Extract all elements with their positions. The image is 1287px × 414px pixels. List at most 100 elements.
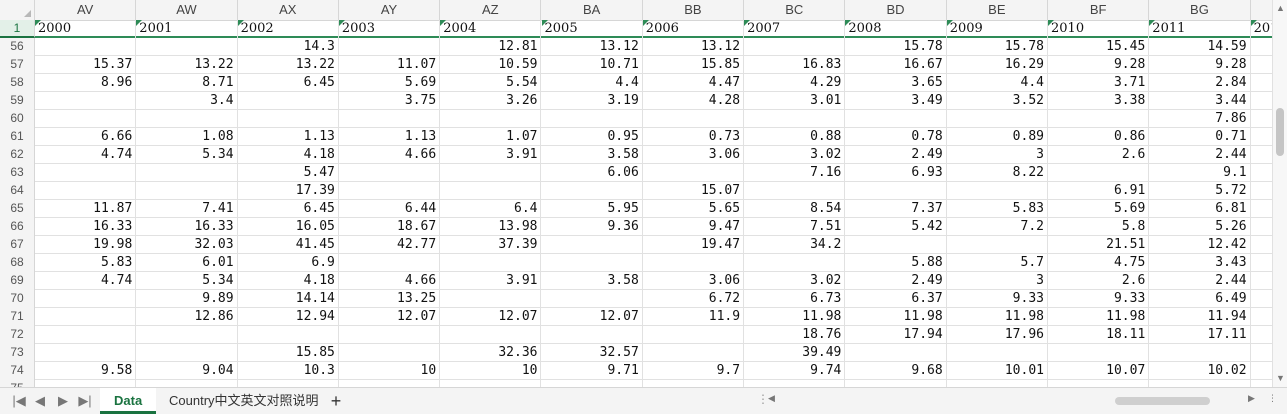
spreadsheet-grid[interactable]: AVAWAXAYAZBABBBCBDBEBFBGBH 12000 2001 2002… — [0, 0, 1272, 387]
cell[interactable] — [1251, 308, 1272, 326]
cell[interactable]: 10.3 — [238, 362, 339, 380]
cell[interactable] — [542, 326, 643, 344]
row-header[interactable]: 66 — [0, 218, 35, 236]
cell[interactable]: 2010 — [1048, 20, 1150, 38]
cell[interactable] — [542, 236, 643, 254]
cell[interactable] — [542, 110, 643, 128]
column-header-bd[interactable]: BD — [845, 0, 947, 20]
cell[interactable]: 9.33 — [1048, 290, 1150, 308]
row-header[interactable]: 56 — [0, 38, 35, 56]
cell[interactable]: 6.37 — [845, 290, 947, 308]
cell[interactable]: 6.81 — [1149, 200, 1251, 218]
cell[interactable] — [744, 380, 846, 387]
cell[interactable]: 4.18 — [238, 146, 339, 164]
cell[interactable]: 32.57 — [542, 344, 643, 362]
prev-sheet-icon[interactable]: ◀ — [31, 392, 49, 410]
cell[interactable]: 5.69 — [1048, 200, 1150, 218]
cell[interactable]: 3 — [947, 146, 1048, 164]
cell[interactable]: 5.8 — [1048, 218, 1150, 236]
cell[interactable]: 17.11 — [1149, 326, 1251, 344]
cell[interactable]: 10.07 — [1048, 362, 1150, 380]
cell[interactable] — [1251, 146, 1272, 164]
cell[interactable] — [542, 290, 643, 308]
cell[interactable] — [136, 164, 238, 182]
cell[interactable]: 16.29 — [947, 56, 1048, 74]
cell[interactable]: 3.4 — [136, 92, 238, 110]
cell[interactable]: 6.72 — [643, 290, 745, 308]
cell[interactable]: 11.98 — [947, 308, 1048, 326]
cell[interactable] — [440, 326, 542, 344]
cell[interactable] — [1251, 362, 1272, 380]
cell[interactable]: 0.89 — [947, 128, 1048, 146]
column-header-bb[interactable]: BB — [643, 0, 745, 20]
cell[interactable]: 9.71 — [542, 362, 643, 380]
row-header[interactable]: 68 — [0, 254, 35, 272]
cell[interactable]: 9.36 — [542, 218, 643, 236]
row-header[interactable]: 73 — [0, 344, 35, 362]
cell[interactable]: 2006 — [642, 20, 745, 38]
cell[interactable]: 4.4 — [542, 74, 643, 92]
cell[interactable]: 6.9 — [238, 254, 339, 272]
cell[interactable]: 3.26 — [440, 92, 542, 110]
cell[interactable] — [136, 344, 238, 362]
row-header[interactable]: 75 — [0, 380, 35, 387]
cell[interactable]: 5.34 — [136, 146, 238, 164]
column-header-bc[interactable]: BC — [744, 0, 846, 20]
row-header[interactable]: 57 — [0, 56, 35, 74]
cell[interactable]: 1.13 — [339, 128, 441, 146]
cell[interactable]: 3.91 — [440, 272, 542, 290]
cell[interactable] — [1251, 182, 1272, 200]
scroll-left-icon[interactable]: ◀ — [768, 393, 775, 404]
cell[interactable]: 6.49 — [1149, 290, 1251, 308]
cell[interactable] — [339, 380, 441, 387]
row-header[interactable]: 1 — [0, 20, 35, 38]
cell[interactable]: 11.98 — [744, 308, 846, 326]
row-header[interactable]: 59 — [0, 92, 35, 110]
cell[interactable] — [440, 164, 542, 182]
cell[interactable]: 0.78 — [845, 128, 947, 146]
cell[interactable]: 7.51 — [744, 218, 846, 236]
cell[interactable]: 15.78 — [947, 38, 1048, 56]
cell[interactable]: 7.16 — [744, 164, 846, 182]
cell[interactable]: 3.91 — [440, 146, 542, 164]
cell[interactable]: 6.66 — [35, 128, 137, 146]
row-header[interactable]: 74 — [0, 362, 35, 380]
cell[interactable]: 2002 — [237, 20, 339, 38]
cell[interactable] — [845, 182, 947, 200]
column-header-aw[interactable]: AW — [136, 0, 238, 20]
cell[interactable]: 0.95 — [542, 128, 643, 146]
cell[interactable]: 4.74 — [35, 146, 137, 164]
cell[interactable]: 8.71 — [136, 74, 238, 92]
cell[interactable]: 2007 — [744, 20, 846, 38]
cell[interactable] — [744, 38, 846, 56]
cell[interactable]: 201 — [1250, 20, 1272, 38]
cell[interactable] — [947, 236, 1048, 254]
cell[interactable] — [339, 182, 441, 200]
row-header[interactable]: 69 — [0, 272, 35, 290]
row-header[interactable]: 65 — [0, 200, 35, 218]
row-header[interactable]: 71 — [0, 308, 35, 326]
cell[interactable]: 34.2 — [744, 236, 846, 254]
cell[interactable]: 9.1 — [1149, 164, 1251, 182]
cell[interactable]: 4.75 — [1048, 254, 1150, 272]
cell[interactable] — [643, 110, 745, 128]
cell[interactable] — [947, 344, 1048, 362]
cell[interactable]: 16.33 — [136, 218, 238, 236]
cell[interactable]: 10.59 — [440, 56, 542, 74]
cell[interactable] — [35, 182, 137, 200]
cell[interactable] — [339, 38, 441, 56]
row-header[interactable]: 58 — [0, 74, 35, 92]
cell[interactable] — [1251, 56, 1272, 74]
cell[interactable]: 4.18 — [238, 272, 339, 290]
cell[interactable]: 7.41 — [136, 200, 238, 218]
cell[interactable] — [845, 110, 947, 128]
cell[interactable] — [1251, 128, 1272, 146]
cell[interactable]: 5.95 — [542, 200, 643, 218]
cell[interactable] — [440, 182, 542, 200]
cell[interactable] — [845, 380, 947, 387]
cell[interactable]: 5.54 — [440, 74, 542, 92]
cell[interactable]: 12.07 — [339, 308, 441, 326]
cell[interactable]: 5.42 — [845, 218, 947, 236]
cell[interactable] — [339, 326, 441, 344]
last-sheet-icon[interactable]: ▶| — [76, 392, 94, 410]
